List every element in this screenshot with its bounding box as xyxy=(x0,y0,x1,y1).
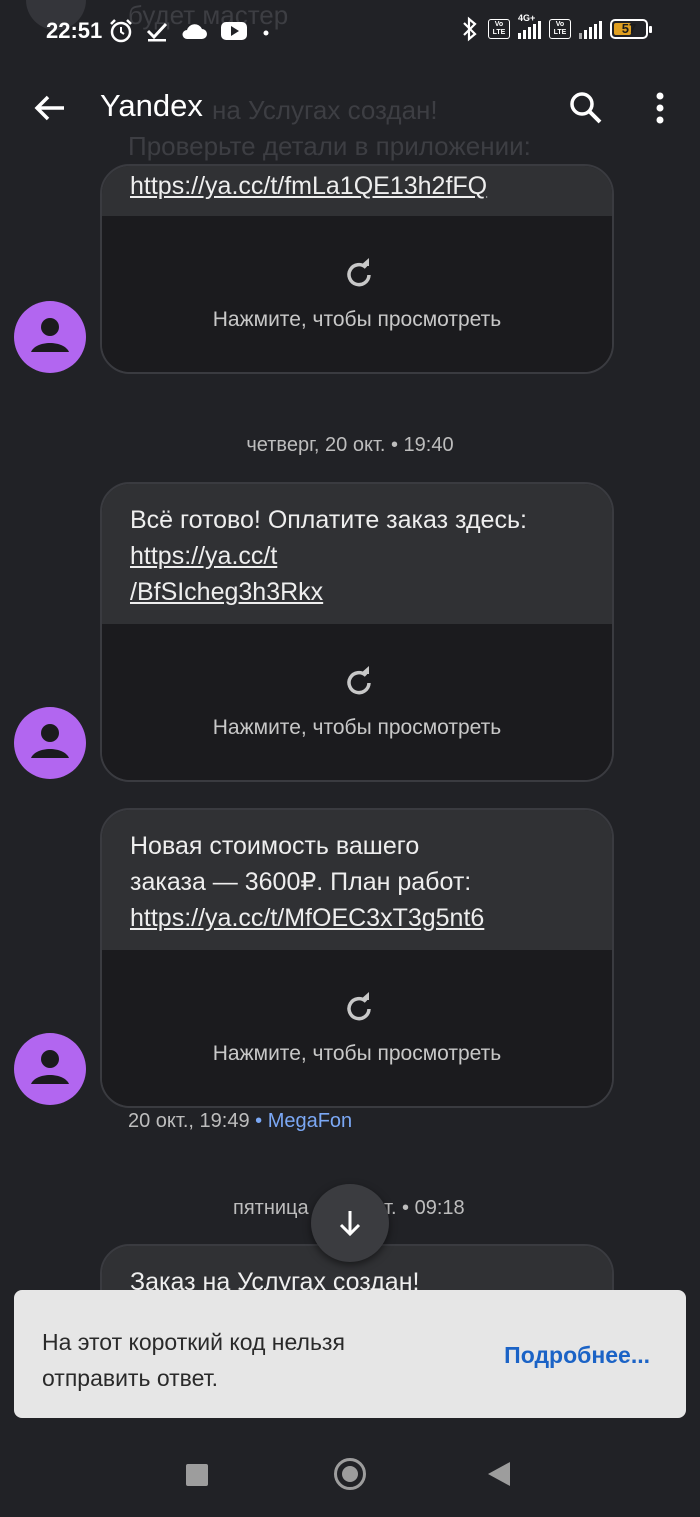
person-icon xyxy=(31,1050,69,1084)
date-separator-right: т. • 09:18 xyxy=(384,1197,465,1219)
dot-icon xyxy=(263,30,269,36)
more-vert-icon[interactable] xyxy=(640,88,680,128)
message-text: Новая стоимость вашего заказа — 3600₽. П… xyxy=(102,810,612,950)
message-body: Всё готово! Оплатите заказ здесь: xyxy=(130,506,527,534)
arrow-down-icon xyxy=(339,1211,361,1237)
message-link[interactable]: https://ya.cc/t/MfOEC3xT3g5nt6 xyxy=(130,904,484,932)
refresh-icon xyxy=(347,992,371,1021)
snackbar-action-button[interactable]: Подробнее... xyxy=(504,1342,650,1369)
refresh-icon xyxy=(347,258,371,287)
link-preview[interactable]: Нажмите, чтобы просмотреть xyxy=(102,216,612,372)
home-button[interactable] xyxy=(334,1458,366,1490)
snackbar: На этот короткий код нельзя отправить от… xyxy=(14,1290,686,1418)
nav-back-button[interactable] xyxy=(488,1462,510,1486)
network-tag: 4G+ xyxy=(518,13,536,23)
message-body-line1: Новая стоимость вашего xyxy=(130,832,420,860)
back-arrow-icon[interactable] xyxy=(30,88,70,128)
recents-button[interactable] xyxy=(186,1464,208,1486)
link-preview[interactable]: Нажмите, чтобы просмотреть xyxy=(102,950,612,1106)
message-body-line2: заказа — 3600₽. План работ: xyxy=(130,868,472,896)
message-meta: 20 окт., 19:49 • MegaFon xyxy=(128,1110,353,1132)
message-carrier: MegaFon xyxy=(267,1110,353,1132)
message-bubble[interactable]: Всё готово! Оплатите заказ здесь: https:… xyxy=(100,482,614,782)
status-time: 22:51 xyxy=(46,18,103,43)
person-icon xyxy=(31,724,69,758)
status-bar: 22:51 Vo LTE 4G+ Vo LTE 57 xyxy=(0,0,700,62)
check-icon xyxy=(146,22,168,42)
preview-label: Нажмите, чтобы просмотреть xyxy=(212,716,502,739)
message-time: 20 окт., 19:49 xyxy=(128,1110,250,1132)
avatar xyxy=(14,707,86,779)
status-icons-left xyxy=(108,18,272,44)
signal-icon: 4G+ xyxy=(518,13,541,39)
scroll-down-button[interactable] xyxy=(311,1184,389,1262)
person-icon xyxy=(31,318,69,352)
cloud-icon xyxy=(182,24,207,39)
message-link[interactable]: https://ya.cc/t/fmLa1QE13h2fFQ xyxy=(130,172,487,200)
message-text: Всё готово! Оплатите заказ здесь: https:… xyxy=(102,484,612,624)
message-link-part1[interactable]: https://ya.cc/t xyxy=(130,542,277,570)
signal-icon-2 xyxy=(579,19,602,39)
bluetooth-icon xyxy=(463,16,477,42)
conversation-title: Yandex xyxy=(100,88,203,123)
message-link-part2[interactable]: /BfSIcheg3h3Rkx xyxy=(130,578,323,606)
refresh-icon xyxy=(347,666,371,695)
volte-icon: Vo LTE xyxy=(488,19,510,39)
message-bubble[interactable]: Новая стоимость вашего заказа — 3600₽. П… xyxy=(100,808,614,1108)
message-bubble[interactable]: https://ya.cc/t/fmLa1QE13h2fFQ Нажмите, … xyxy=(100,164,614,374)
battery-icon: 57 xyxy=(610,19,652,39)
date-separator-left: пятница xyxy=(233,1197,309,1219)
app-bar: Yandex xyxy=(0,70,700,146)
status-icons-right: Vo LTE 4G+ Vo LTE 57 xyxy=(460,13,652,42)
message-text: https://ya.cc/t/fmLa1QE13h2fFQ xyxy=(102,166,612,216)
link-preview[interactable]: Нажмите, чтобы просмотреть xyxy=(102,624,612,780)
alarm-icon xyxy=(110,19,132,43)
system-nav-bar xyxy=(0,1430,700,1517)
preview-label: Нажмите, чтобы просмотреть xyxy=(212,1042,502,1065)
youtube-icon xyxy=(221,22,247,40)
avatar xyxy=(14,1033,86,1105)
messages-screen: будет мастер на Услугах создан! Проверьт… xyxy=(0,0,700,1517)
snackbar-message: На этот короткий код нельзя отправить от… xyxy=(42,1329,345,1391)
date-separator: четверг, 20 окт. • 19:40 xyxy=(246,434,454,456)
battery-level: 57 xyxy=(621,21,637,36)
preview-label: Нажмите, чтобы просмотреть xyxy=(212,308,502,331)
volte-icon-2: Vo LTE xyxy=(549,19,571,39)
search-icon[interactable] xyxy=(566,88,606,128)
avatar xyxy=(14,301,86,373)
